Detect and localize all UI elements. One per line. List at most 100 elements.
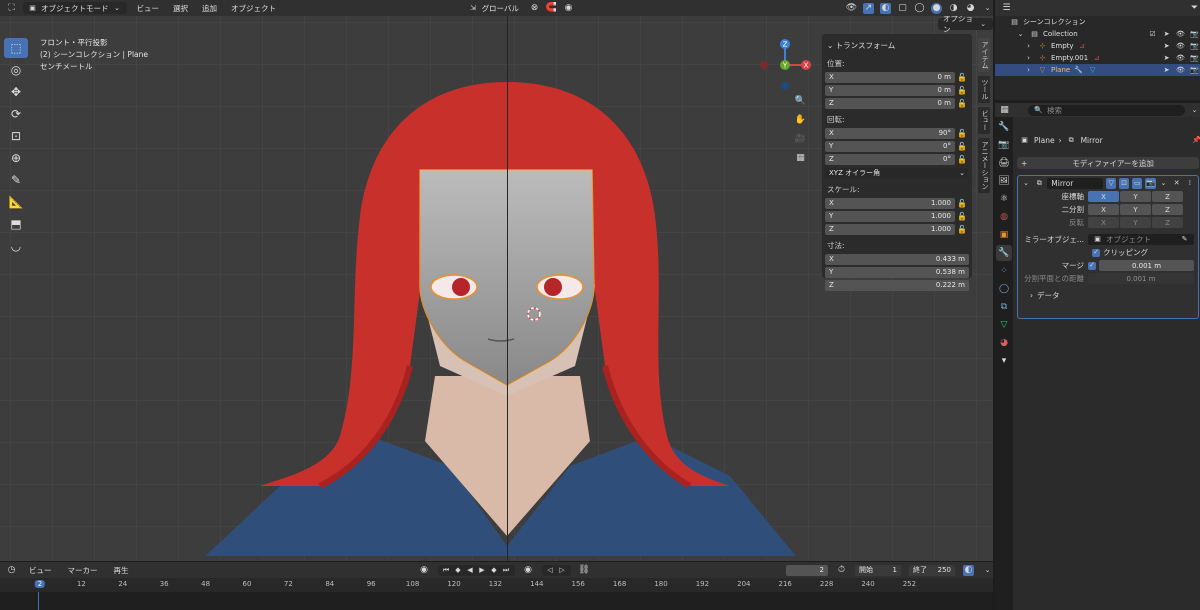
world-tab-icon[interactable]: ◍ [996,209,1012,225]
jump-end-icon[interactable]: ⏭ [501,565,512,576]
next-keyframe-icon[interactable]: ◆ [489,565,500,576]
menu-object[interactable]: オブジェクト [227,2,280,14]
pivot-icon[interactable]: ⊗ [529,3,540,14]
eyedropper-icon[interactable]: ✎ [1179,234,1190,245]
transform-tool-icon[interactable]: ⊕ [4,148,28,168]
chevron-down-icon[interactable]: ⌄ [1021,178,1031,189]
view-layer-tab-icon[interactable]: 🖼 [996,173,1012,189]
keyframe-prev-icon[interactable]: ◁ [545,565,556,576]
current-frame-field[interactable]: 2 [786,564,828,576]
tab-view[interactable]: ビュー [978,107,990,134]
scale-tool-icon[interactable]: ⊡ [4,126,28,146]
eye-icon[interactable]: 👁 [1175,41,1186,52]
eye-icon[interactable]: 👁 [1175,29,1186,40]
particles-tab-icon[interactable]: ⁘ [996,263,1012,279]
camera-icon[interactable]: 🎥 [795,134,806,145]
outliner-editor-icon[interactable]: ☰ [1001,3,1012,14]
prev-keyframe-icon[interactable]: ◆ [453,565,464,576]
shading-options-icon[interactable]: ⌄ [982,3,993,14]
editor-type-icon[interactable]: ⛶ [6,3,17,14]
physics-tab-icon[interactable]: ◯ [996,281,1012,297]
on-cage-icon[interactable]: ⊡ [1119,177,1130,189]
timeline-overlay-icon[interactable]: ◐ [963,564,974,576]
play-icon[interactable]: ▶ [477,565,488,576]
chevron-down-icon[interactable]: ⌄ [1159,178,1169,189]
grid-icon[interactable]: ▦ [795,153,806,164]
chevron-down-icon[interactable]: ⌄ [982,565,993,576]
pin-icon[interactable]: 📌 [1191,135,1200,146]
keyframe-next-icon[interactable]: ▷ [557,565,568,576]
lock-icon[interactable]: 🔓 [955,129,969,138]
data-subpanel[interactable]: › データ [1018,287,1198,303]
zoom-icon[interactable]: 🔍 [795,96,806,107]
auto-key-icon[interactable]: ◉ [523,565,534,576]
timeline-menu-marker[interactable]: マーカー [64,564,102,576]
camera-icon[interactable]: 📷 [1189,41,1200,52]
tab-item[interactable]: アイテム [978,38,990,72]
texture-tab-icon[interactable]: ▾ [996,353,1012,369]
scale-y-field[interactable]: Y 1.000 [825,210,955,222]
location-y-field[interactable]: Y0 m [825,84,955,96]
lock-icon[interactable]: 🔓 [955,86,969,95]
camera-icon[interactable]: 📷 [1189,65,1200,76]
lock-icon[interactable]: 🔓 [955,155,969,164]
timeline-body[interactable] [0,592,993,610]
rendered-shading-icon[interactable]: ◕ [965,3,976,14]
lock-icon[interactable]: 🔓 [955,142,969,151]
search-input[interactable]: 🔍 検索 [1028,104,1185,116]
jump-start-icon[interactable]: ⏮ [441,565,452,576]
rotation-y-field[interactable]: Y 0° [825,140,955,152]
dimensions-z-field[interactable]: Z 0.222 m [825,279,969,291]
modifier-tab-icon[interactable]: 🔧 [996,245,1012,261]
bisect-z-toggle[interactable]: Z [1152,204,1183,215]
play-reverse-icon[interactable]: ◀ [465,565,476,576]
scene-tab-icon[interactable]: ⚛ [996,191,1012,207]
frame-start-field[interactable]: 開始 1 [855,564,901,576]
lock-icon[interactable]: 🔓 [955,99,969,108]
realtime-icon[interactable]: ▭ [1132,177,1143,189]
outliner-item-empty[interactable]: › ⊹ Empty ⊿ ➤ 👁 📷 [995,40,1200,52]
pan-hand-icon[interactable]: ✋ [795,115,806,126]
tab-tool[interactable]: ツール [978,76,990,103]
menu-select[interactable]: 選択 [169,2,192,14]
select-arrow-icon[interactable]: ➤ [1161,65,1172,76]
menu-view[interactable]: ビュー [133,2,164,14]
cursor-tool-icon[interactable]: ◎ [4,60,28,80]
rotation-mode-select[interactable]: XYZ オイラー角 ⌄ [825,167,969,179]
lock-icon[interactable]: 🔓 [955,199,969,208]
checkbox-icon[interactable]: ☑ [1147,29,1158,40]
object-tab-icon[interactable]: ▣ [996,227,1012,243]
mirror-object-field[interactable]: ▣ オブジェクト ✎ [1088,233,1194,245]
select-arrow-icon[interactable]: ➤ [1161,29,1172,40]
transform-panel-header[interactable]: ⌄ トランスフォーム [825,37,969,54]
mode-selector[interactable]: ▣ オブジェクトモード ⌄ [23,2,127,14]
timeline-menu-view[interactable]: ビュー [25,564,56,576]
output-tab-icon[interactable]: 🖨 [996,155,1012,171]
timeline-editor-icon[interactable]: ◷ [6,565,17,576]
material-shading-icon[interactable]: ◑ [948,3,959,14]
location-z-field[interactable]: Z0 m [825,97,955,109]
scale-x-field[interactable]: X 1.000 [825,197,955,209]
clipping-row[interactable]: ✓ クリッピング [1018,246,1198,259]
navigation-gizmo[interactable]: Z X Y [758,38,812,92]
checkbox-checked-icon[interactable]: ✓ [1088,261,1096,270]
gizmo-icon[interactable]: ↗ [863,2,874,14]
overlay-icon[interactable]: ◐ [880,2,891,14]
measure-tool-icon[interactable]: 📐 [4,192,28,212]
wireframe-shading-icon[interactable]: ◯ [914,3,925,14]
bisect-x-toggle[interactable]: X [1088,204,1119,215]
drag-handle-icon[interactable]: ⁞ [1185,178,1195,189]
axis-y-toggle[interactable]: Y [1120,191,1151,202]
frame-end-field[interactable]: 終了 250 [909,564,955,576]
select-box-tool-icon[interactable]: ⬚ [4,38,28,58]
modifier-name-field[interactable]: Mirror [1047,177,1103,189]
snap-icon[interactable]: 🧲 [546,3,557,14]
tool-tab-icon[interactable]: 🔧 [996,119,1012,135]
axis-z-toggle[interactable]: Z [1152,191,1183,202]
add-modifier-button[interactable]: + モディファイアーを追加 [1017,157,1199,169]
solid-shading-icon[interactable]: ● [931,2,942,14]
select-arrow-icon[interactable]: ➤ [1161,41,1172,52]
dimensions-x-field[interactable]: X 0.433 m [825,253,969,265]
character-figure[interactable] [170,66,820,556]
axis-x-toggle[interactable]: X [1088,191,1119,202]
